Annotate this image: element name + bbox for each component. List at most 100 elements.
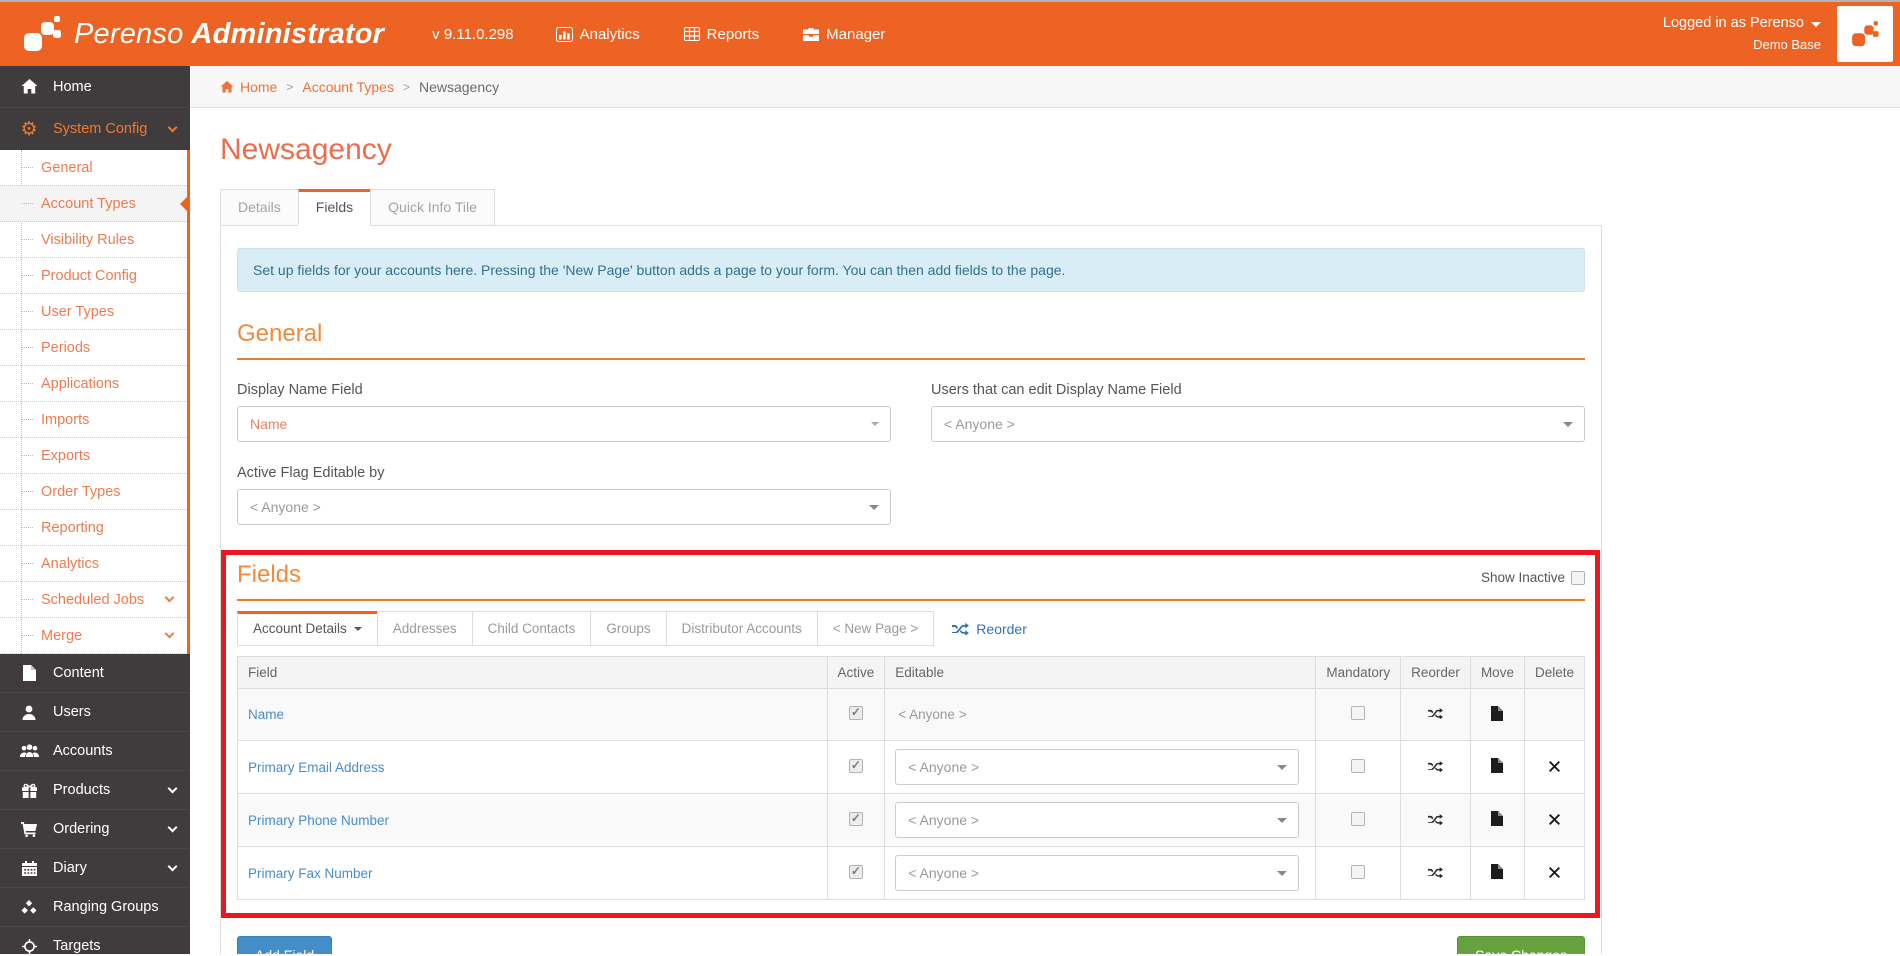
- sidebar-item-reporting[interactable]: Reporting: [0, 510, 187, 546]
- fields-section: Fields Show Inactive Account Details Add…: [221, 550, 1600, 918]
- breadcrumb-separator: >: [402, 79, 410, 94]
- sidebar-item-diary[interactable]: Diary: [0, 849, 190, 888]
- move-row-button[interactable]: [1491, 705, 1504, 721]
- show-inactive-toggle: Show Inactive: [1481, 570, 1585, 585]
- sidebar-item-accounts[interactable]: Accounts: [0, 732, 190, 771]
- move-row-button[interactable]: [1491, 864, 1504, 879]
- sidebar-item-applications[interactable]: Applications: [0, 366, 187, 402]
- page-tab-child-contacts[interactable]: Child Contacts: [471, 611, 592, 646]
- sidebar-item-users[interactable]: Users: [0, 693, 190, 732]
- reorder-row-button[interactable]: [1428, 813, 1444, 825]
- reorder-row-button[interactable]: [1428, 866, 1444, 878]
- tab-fields[interactable]: Fields: [297, 189, 372, 226]
- mandatory-checkbox[interactable]: [1351, 758, 1366, 773]
- tab-details[interactable]: Details: [220, 189, 299, 226]
- move-row-button[interactable]: [1491, 811, 1504, 826]
- reorder-pages-link[interactable]: Reorder: [952, 621, 1027, 637]
- sidebar-item-ordering[interactable]: Ordering: [0, 810, 190, 849]
- field-link-primary-email[interactable]: Primary Email Address: [248, 760, 385, 775]
- page-tab-addresses[interactable]: Addresses: [376, 611, 473, 646]
- editable-value: < Anyone >: [898, 707, 967, 722]
- editable-select[interactable]: < Anyone >: [895, 802, 1300, 838]
- sidebar-item-exports[interactable]: Exports: [0, 438, 187, 474]
- chevron-down-icon: [167, 783, 178, 793]
- fields-section-heading: Fields: [237, 561, 302, 588]
- col-move: Move: [1469, 656, 1525, 689]
- page-title: Newsagency: [220, 133, 392, 166]
- sidebar-item-content[interactable]: Content: [0, 654, 190, 693]
- display-name-field-select[interactable]: Name: [237, 406, 891, 442]
- active-flag-field-group: Active Flag Editable by < Anyone >: [237, 465, 891, 525]
- select-caret-icon: [1277, 818, 1288, 823]
- sidebar-item-targets[interactable]: Targets: [0, 927, 190, 954]
- sidebar-item-product-config[interactable]: Product Config: [0, 258, 187, 294]
- nav-analytics[interactable]: Analytics: [555, 26, 640, 43]
- sidebar-item-label: Home: [53, 78, 92, 95]
- page-tab-groups[interactable]: Groups: [590, 611, 667, 646]
- sidebar-item-periods[interactable]: Periods: [0, 330, 187, 366]
- nav-manager[interactable]: Manager: [803, 26, 885, 43]
- sidebar-item-visibility-rules[interactable]: Visibility Rules: [0, 222, 187, 258]
- sidebar-item-user-types[interactable]: User Types: [0, 294, 187, 330]
- save-changes-button[interactable]: Save Changes: [1457, 936, 1585, 954]
- active-checkbox: [848, 705, 863, 720]
- sidebar-item-imports[interactable]: Imports: [0, 402, 187, 438]
- page-tab-account-details[interactable]: Account Details: [237, 611, 378, 646]
- base-name-label: Demo Base: [1753, 37, 1821, 53]
- home-icon: [17, 79, 41, 94]
- active-checkbox: [848, 864, 863, 879]
- display-name-field-label: Display Name Field: [237, 382, 363, 398]
- nav-reports[interactable]: Reports: [683, 26, 759, 43]
- active-flag-select[interactable]: < Anyone >: [237, 489, 891, 525]
- users-edit-select[interactable]: < Anyone >: [931, 406, 1585, 442]
- sidebar-item-analytics[interactable]: Analytics: [0, 546, 187, 582]
- mandatory-checkbox[interactable]: [1351, 811, 1366, 826]
- app-title: Perenso Administrator: [74, 18, 384, 51]
- mandatory-checkbox[interactable]: [1351, 864, 1366, 879]
- sidebar-item-ranging-groups[interactable]: Ranging Groups: [0, 888, 190, 927]
- sidebar-item-order-types[interactable]: Order Types: [0, 474, 187, 510]
- app-switcher-tile[interactable]: [1837, 6, 1893, 62]
- show-inactive-checkbox[interactable]: [1571, 570, 1585, 585]
- page-tab-distributor-accounts[interactable]: Distributor Accounts: [665, 611, 818, 646]
- sidebar-item-scheduled-jobs[interactable]: Scheduled Jobs: [0, 582, 187, 618]
- delete-row-button[interactable]: [1548, 813, 1560, 825]
- sidebar: Home ⚙ System Config General Account Typ…: [0, 66, 190, 954]
- chevron-down-icon: [164, 628, 175, 639]
- mandatory-checkbox[interactable]: [1351, 706, 1366, 720]
- chevron-down-icon: [164, 592, 175, 603]
- user-menu[interactable]: Logged in as Perenso: [1663, 13, 1821, 35]
- sidebar-item-account-types[interactable]: Account Types: [0, 186, 190, 222]
- app-window: Perenso Administrator v 9.11.0.298 Analyt…: [0, 0, 1900, 956]
- field-link-name[interactable]: Name: [248, 707, 284, 722]
- sidebar-item-system-config[interactable]: ⚙ System Config: [0, 108, 190, 150]
- field-link-primary-fax[interactable]: Primary Fax Number: [248, 866, 373, 881]
- user-menu-label: Logged in as Perenso: [1662, 15, 1804, 32]
- field-link-primary-phone[interactable]: Primary Phone Number: [248, 813, 389, 828]
- table-header-row: Field Active Editable Mandatory Reorder …: [237, 656, 1586, 689]
- move-row-button[interactable]: [1491, 758, 1504, 773]
- sidebar-item-products[interactable]: Products: [0, 771, 190, 810]
- sidebar-item-merge[interactable]: Merge: [0, 618, 187, 654]
- sidebar-item-general[interactable]: General: [0, 150, 187, 186]
- system-config-submenu: General Account Types Visibility Rules P…: [0, 150, 190, 654]
- top-nav: Analytics Reports Manager: [555, 26, 885, 43]
- editable-select[interactable]: < Anyone >: [895, 749, 1300, 785]
- breadcrumb-current: Newsagency: [418, 78, 500, 95]
- tab-quick-info-tile[interactable]: Quick Info Tile: [370, 189, 495, 226]
- reorder-label: Reorder: [976, 620, 1027, 637]
- breadcrumb-account-types[interactable]: Account Types: [302, 79, 394, 95]
- page-tab-new-page[interactable]: < New Page >: [816, 611, 935, 646]
- brand-logo[interactable]: Perenso Administrator: [20, 13, 384, 55]
- breadcrumb-home[interactable]: Home: [220, 79, 277, 95]
- reorder-row-button[interactable]: [1428, 760, 1444, 772]
- delete-row-button[interactable]: [1548, 866, 1560, 878]
- editable-select[interactable]: < Anyone >: [895, 855, 1300, 891]
- add-field-button[interactable]: Add Field: [237, 936, 333, 954]
- col-editable: Editable: [884, 656, 1317, 689]
- delete-row-button[interactable]: [1548, 760, 1560, 772]
- col-reorder: Reorder: [1400, 656, 1471, 689]
- reorder-row-button[interactable]: [1428, 707, 1444, 719]
- sidebar-item-home[interactable]: Home: [0, 66, 190, 108]
- version-label: v 9.11.0.298: [432, 25, 514, 43]
